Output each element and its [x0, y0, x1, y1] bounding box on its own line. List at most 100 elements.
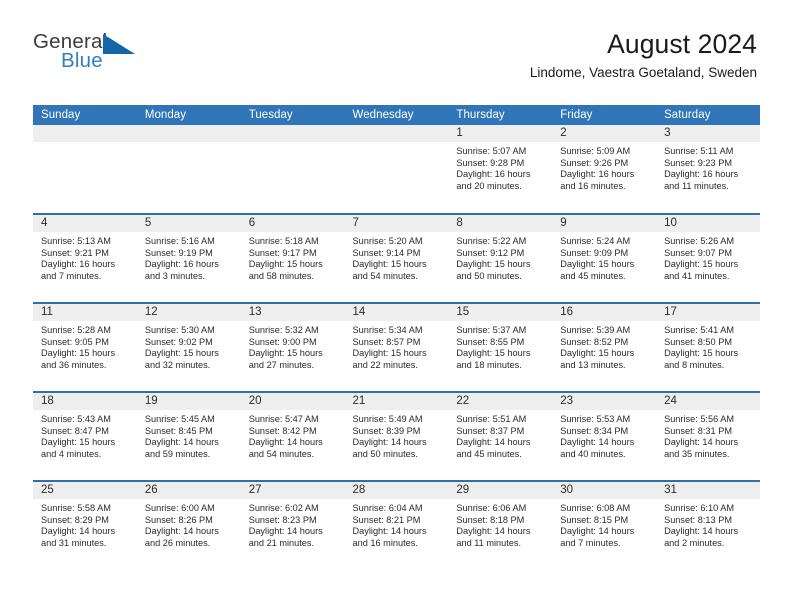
calendar-day-cell[interactable]: 28 Sunrise: 6:04 AM Sunset: 8:21 PM Dayligh… — [344, 480, 449, 570]
calendar-day-cell[interactable]: 18 Sunrise: 5:43 AM Sunset: 8:47 PM Dayligh… — [33, 391, 137, 481]
calendar-day-cell[interactable]: 20 Sunrise: 5:47 AM Sunset: 8:42 PM Dayligh… — [240, 391, 345, 481]
calendar-day-cell[interactable]: 15 Sunrise: 5:37 AM Sunset: 8:55 PM Dayligh… — [448, 302, 553, 392]
calendar-day-cell[interactable]: 22 Sunrise: 5:51 AM Sunset: 8:37 PM Dayligh… — [448, 391, 553, 481]
calendar-day-cell-empty — [344, 125, 449, 214]
day-detail-line: Daylight: 14 hours — [352, 437, 427, 448]
day-detail-line: Sunrise: 5:28 AM — [41, 325, 111, 335]
calendar-day-cell[interactable]: 4 Sunrise: 5:13 AM Sunset: 9:21 PM Daylight… — [33, 213, 137, 303]
calendar-day-cell[interactable]: 6 Sunrise: 5:18 AM Sunset: 9:17 PM Daylight… — [240, 213, 345, 303]
calendar-day-cell[interactable]: 26 Sunrise: 6:00 AM Sunset: 8:26 PM Dayligh… — [136, 480, 241, 570]
day-number: 31 — [656, 482, 760, 499]
day-detail-line: Daylight: 15 hours — [41, 348, 116, 359]
day-detail-line: Sunrise: 5:11 AM — [664, 146, 734, 156]
calendar-day-cell[interactable]: 27 Sunrise: 6:02 AM Sunset: 8:23 PM Dayligh… — [240, 480, 345, 570]
day-details: Sunrise: 5:43 AM Sunset: 8:47 PM Daylight:… — [33, 410, 137, 460]
day-detail-line: and 16 minutes. — [560, 180, 626, 191]
day-detail-line: Daylight: 14 hours — [144, 437, 219, 448]
day-detail-line: Daylight: 16 hours — [664, 169, 739, 180]
day-detail-line: Sunrise: 5:09 AM — [560, 146, 631, 156]
day-detail-line: Sunrise: 5:53 AM — [560, 414, 631, 424]
day-number: 7 — [344, 215, 449, 232]
day-detail-line: Sunrise: 6:10 AM — [664, 503, 735, 513]
calendar-day-cell[interactable]: 5 Sunrise: 5:16 AM Sunset: 9:19 PM Daylight… — [136, 213, 241, 303]
day-detail-line: Sunrise: 5:45 AM — [144, 414, 215, 424]
day-detail-line: Daylight: 15 hours — [352, 348, 427, 359]
calendar-week-row: 4 Sunrise: 5:13 AM Sunset: 9:21 PM Daylight… — [33, 213, 760, 303]
calendar-day-cell[interactable]: 16 Sunrise: 5:39 AM Sunset: 8:52 PM Dayligh… — [552, 302, 657, 392]
day-detail-line: Sunrise: 5:20 AM — [352, 236, 423, 246]
day-number: 18 — [33, 393, 137, 410]
day-detail-line: Sunrise: 5:18 AM — [248, 236, 319, 246]
day-detail-line: Daylight: 16 hours — [456, 169, 531, 180]
day-detail-line: Sunset: 8:37 PM — [456, 425, 525, 436]
calendar-day-cell[interactable]: 3 Sunrise: 5:11 AM Sunset: 9:23 PM Daylight… — [656, 125, 760, 214]
day-number: 30 — [552, 482, 657, 499]
day-detail-line: and 16 minutes. — [352, 537, 418, 548]
day-detail-line: Sunset: 9:28 PM — [456, 157, 525, 168]
day-detail-line: Sunrise: 5:13 AM — [41, 236, 111, 246]
day-detail-line: Sunrise: 6:08 AM — [560, 503, 631, 513]
day-detail-line: Sunrise: 6:04 AM — [352, 503, 423, 513]
page-header: General Blue August 2024 Lindome, Vaestr… — [0, 0, 792, 79]
day-detail-line: Sunset: 9:12 PM — [456, 247, 525, 258]
triangle-icon — [103, 34, 135, 54]
day-details: Sunrise: 6:10 AM Sunset: 8:13 PM Daylight:… — [656, 499, 760, 549]
calendar-day-cell[interactable]: 10 Sunrise: 5:26 AM Sunset: 9:07 PM Dayligh… — [656, 213, 760, 303]
day-details: Sunrise: 5:28 AM Sunset: 9:05 PM Daylight:… — [33, 321, 137, 371]
day-detail-line: and 11 minutes. — [664, 180, 729, 191]
calendar-day-cell[interactable]: 7 Sunrise: 5:20 AM Sunset: 9:14 PM Daylight… — [344, 213, 449, 303]
day-number: 4 — [33, 215, 137, 232]
calendar-day-cell[interactable]: 30 Sunrise: 6:08 AM Sunset: 8:15 PM Dayligh… — [552, 480, 657, 570]
day-detail-line: Sunrise: 5:16 AM — [144, 236, 215, 246]
day-number: 9 — [552, 215, 657, 232]
logo-text-blue: Blue — [61, 49, 103, 72]
day-detail-line: Sunrise: 5:26 AM — [664, 236, 735, 246]
day-detail-line: and 45 minutes. — [560, 270, 626, 281]
weekday-header-saturday: Saturday — [656, 105, 760, 125]
day-details: Sunrise: 5:41 AM Sunset: 8:50 PM Daylight:… — [656, 321, 760, 371]
calendar-day-cell[interactable]: 9 Sunrise: 5:24 AM Sunset: 9:09 PM Daylight… — [552, 213, 657, 303]
day-number: 8 — [448, 215, 553, 232]
calendar-week-row: 18 Sunrise: 5:43 AM Sunset: 8:47 PM Dayligh… — [33, 391, 760, 481]
calendar-day-cell[interactable]: 21 Sunrise: 5:49 AM Sunset: 8:39 PM Dayligh… — [344, 391, 449, 481]
day-detail-line: Sunset: 8:57 PM — [352, 336, 421, 347]
day-detail-line: Daylight: 14 hours — [456, 437, 531, 448]
day-number: 27 — [240, 482, 345, 499]
day-detail-line: and 8 minutes. — [664, 359, 725, 370]
day-detail-line: Daylight: 14 hours — [664, 437, 739, 448]
calendar-day-cell[interactable]: 31 Sunrise: 6:10 AM Sunset: 8:13 PM Dayligh… — [656, 480, 760, 570]
day-detail-line: Sunset: 8:21 PM — [352, 514, 421, 525]
weekday-header-tuesday: Tuesday — [240, 105, 345, 125]
day-details: Sunrise: 6:02 AM Sunset: 8:23 PM Daylight:… — [241, 499, 345, 549]
calendar-day-cell[interactable]: 17 Sunrise: 5:41 AM Sunset: 8:50 PM Dayligh… — [656, 302, 760, 392]
calendar-day-cell[interactable]: 8 Sunrise: 5:22 AM Sunset: 9:12 PM Daylight… — [448, 213, 553, 303]
calendar-day-cell[interactable]: 19 Sunrise: 5:45 AM Sunset: 8:45 PM Dayligh… — [136, 391, 241, 481]
day-number: 26 — [136, 482, 241, 499]
calendar-day-cell[interactable]: 24 Sunrise: 5:56 AM Sunset: 8:31 PM Dayligh… — [656, 391, 760, 481]
day-detail-line: Daylight: 16 hours — [41, 259, 116, 270]
calendar-day-cell[interactable]: 23 Sunrise: 5:53 AM Sunset: 8:34 PM Dayligh… — [552, 391, 657, 481]
day-number: 19 — [136, 393, 241, 410]
day-detail-line: Sunset: 8:34 PM — [560, 425, 629, 436]
day-detail-line: Sunset: 9:00 PM — [248, 336, 317, 347]
day-detail-line: Sunrise: 5:47 AM — [248, 414, 319, 424]
day-detail-line: Sunrise: 6:00 AM — [144, 503, 215, 513]
day-detail-line: Sunrise: 6:02 AM — [248, 503, 319, 513]
calendar-day-cell[interactable]: 29 Sunrise: 6:06 AM Sunset: 8:18 PM Dayligh… — [448, 480, 553, 570]
day-detail-line: Daylight: 15 hours — [456, 348, 531, 359]
calendar-day-cell[interactable]: 13 Sunrise: 5:32 AM Sunset: 9:00 PM Dayligh… — [240, 302, 345, 392]
day-detail-line: Daylight: 15 hours — [560, 259, 635, 270]
day-detail-line: Sunset: 8:47 PM — [41, 425, 109, 436]
calendar-day-cell[interactable]: 14 Sunrise: 5:34 AM Sunset: 8:57 PM Dayligh… — [344, 302, 449, 392]
day-detail-line: Sunset: 9:05 PM — [41, 336, 109, 347]
calendar-day-cell[interactable]: 1 Sunrise: 5:07 AM Sunset: 9:28 PM Daylight… — [448, 125, 553, 214]
calendar-day-cell[interactable]: 12 Sunrise: 5:30 AM Sunset: 9:02 PM Dayligh… — [136, 302, 241, 392]
day-detail-line: Daylight: 15 hours — [456, 259, 531, 270]
calendar-day-cell[interactable]: 11 Sunrise: 5:28 AM Sunset: 9:05 PM Dayligh… — [33, 302, 137, 392]
calendar-day-cell[interactable]: 25 Sunrise: 5:58 AM Sunset: 8:29 PM Dayligh… — [33, 480, 137, 570]
calendar-day-cell[interactable]: 2 Sunrise: 5:09 AM Sunset: 9:26 PM Daylight… — [552, 125, 657, 214]
day-details: Sunrise: 5:39 AM Sunset: 8:52 PM Daylight:… — [552, 321, 656, 371]
day-detail-line: Sunrise: 5:30 AM — [144, 325, 215, 335]
day-detail-line: and 31 minutes. — [41, 537, 107, 548]
day-detail-line: Sunrise: 5:39 AM — [560, 325, 631, 335]
